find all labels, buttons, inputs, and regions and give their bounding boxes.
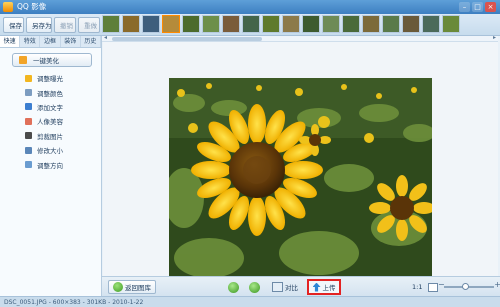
filmstrip-thumbnail[interactable] — [102, 15, 120, 33]
save-button[interactable]: 保存 — [3, 17, 24, 33]
edit-panel: 快速 特效 边框 装饰 历史 一键美化 调整曝光调整颜色添加文字人像美容剪裁图片修改大小… — [0, 36, 102, 296]
close-button[interactable]: × — [485, 2, 496, 12]
rotate-icon — [25, 161, 32, 169]
title-bar: QQ 影像 – □ × — [0, 0, 500, 14]
zoom-slider-knob[interactable] — [462, 283, 469, 290]
undo-button[interactable]: 撤销 — [54, 17, 76, 33]
one-click-enhance-label: 一键美化 — [33, 57, 59, 65]
filmstrip-thumbnail[interactable] — [422, 15, 440, 33]
rotate-left-button[interactable] — [228, 280, 239, 294]
app-logo-icon — [3, 2, 13, 12]
edit-tool-label: 调整曝光 — [37, 75, 63, 84]
return-to-gallery-button[interactable]: 返回图库 — [108, 280, 156, 294]
filmstrip-thumbnail[interactable] — [402, 15, 420, 33]
edit-tool-item[interactable]: 人像美容 — [25, 114, 97, 128]
edit-tool-item[interactable]: 修改大小 — [25, 143, 97, 157]
edit-tool-label: 添加文字 — [37, 103, 63, 112]
filmstrip-thumbnail[interactable] — [382, 15, 400, 33]
filmstrip-scroll-thumb[interactable] — [112, 37, 262, 41]
edit-tool-item[interactable]: 剪裁图片 — [25, 129, 97, 143]
bottom-toolbar: 返回图库 对比 上传 1:1 − + — [102, 276, 500, 296]
edit-tool-label: 调整方向 — [37, 161, 63, 170]
tab-1[interactable]: 特效 — [20, 36, 41, 47]
edit-tool-item[interactable]: 添加文字 — [25, 100, 97, 114]
filmstrip-thumbnail[interactable] — [342, 15, 360, 33]
zoom-in-icon[interactable]: + — [494, 280, 500, 289]
edit-tool-label: 修改大小 — [37, 147, 63, 156]
app-title: QQ 影像 — [17, 2, 47, 11]
edit-tool-label: 调整颜色 — [37, 89, 63, 98]
tab-0[interactable]: 快速 — [0, 36, 21, 47]
image-canvas[interactable] — [103, 42, 498, 279]
top-toolbar: 保存 另存为 撤销 重做 — [0, 14, 500, 36]
tab-4[interactable]: 历史 — [81, 36, 102, 47]
back-arrow-icon — [113, 282, 123, 292]
zoom-slider[interactable]: − + — [438, 280, 500, 290]
save-as-button[interactable]: 另存为 — [26, 17, 52, 33]
filmstrip-thumbnail[interactable] — [142, 15, 160, 33]
tab-3[interactable]: 装饰 — [61, 36, 81, 47]
thumbnail-filmstrip — [102, 15, 498, 35]
filmstrip-thumbnail[interactable] — [282, 15, 300, 33]
save-as-label: 另存为 — [32, 22, 52, 30]
fit-window-button[interactable] — [428, 280, 438, 294]
filmstrip-thumbnail[interactable] — [302, 15, 320, 33]
compare-label: 对比 — [285, 284, 298, 292]
sunflower-photo — [169, 78, 432, 279]
sunflower-head — [191, 104, 323, 236]
magic-wand-icon — [19, 56, 27, 64]
status-bar: DSC_0051.JPG - 600×383 - 301KB - 2010-1-… — [0, 296, 500, 307]
filmstrip-thumbnail[interactable] — [182, 15, 200, 33]
scroll-left-icon[interactable]: ◂ — [104, 34, 107, 41]
edit-tool-item[interactable]: 调整曝光 — [25, 71, 97, 85]
upload-button[interactable]: 上传 — [307, 279, 341, 295]
crop-icon — [25, 132, 32, 140]
rotate-right-icon — [249, 281, 260, 293]
filmstrip-thumbnail[interactable] — [442, 15, 460, 33]
upload-arrow-icon — [312, 282, 321, 292]
filmstrip-thumbnail[interactable] — [322, 15, 340, 33]
filmstrip-thumbnail[interactable] — [362, 15, 380, 33]
rotate-left-icon — [228, 281, 239, 293]
filmstrip-thumbnail[interactable] — [122, 15, 140, 33]
edit-tool-item[interactable]: 调整方向 — [25, 157, 97, 171]
palette-icon — [25, 89, 32, 97]
bulb-icon — [25, 74, 32, 82]
zoom-out-icon[interactable]: − — [438, 280, 445, 289]
upload-label: 上传 — [322, 284, 336, 292]
edit-tool-item[interactable]: 调整颜色 — [25, 85, 97, 99]
edit-tool-label: 人像美容 — [37, 118, 63, 127]
filmstrip-thumbnail[interactable] — [202, 15, 220, 33]
undo-label: 撤销 — [60, 22, 73, 30]
maximize-button[interactable]: □ — [472, 2, 483, 12]
redo-label: 重做 — [84, 22, 97, 30]
compare-button[interactable]: 对比 — [272, 280, 298, 294]
redo-button[interactable]: 重做 — [78, 17, 100, 33]
scroll-right-icon[interactable]: ▸ — [493, 34, 496, 41]
filmstrip-thumbnail[interactable] — [262, 15, 280, 33]
minimize-button[interactable]: – — [459, 2, 470, 12]
one-click-enhance-button[interactable]: 一键美化 — [12, 53, 92, 67]
filmstrip-thumbnail[interactable] — [162, 15, 180, 33]
filmstrip-thumbnail[interactable] — [242, 15, 260, 33]
actual-size-button[interactable]: 1:1 — [412, 280, 422, 294]
filmstrip-thumbnail[interactable] — [222, 15, 240, 33]
resize-icon — [25, 146, 32, 154]
tab-2[interactable]: 边框 — [40, 36, 61, 47]
text-icon — [25, 103, 32, 111]
photo-preview — [169, 78, 432, 279]
fit-window-icon — [428, 282, 438, 292]
edit-tabs: 快速 特效 边框 装饰 历史 — [0, 36, 102, 48]
window-controls: – □ × — [459, 2, 496, 12]
portrait-icon — [25, 117, 32, 125]
edit-tool-label: 剪裁图片 — [37, 132, 63, 141]
edit-tool-list: 调整曝光调整颜色添加文字人像美容剪裁图片修改大小调整方向 — [25, 71, 97, 172]
save-label: 保存 — [9, 22, 22, 30]
return-to-gallery-label: 返回图库 — [125, 284, 151, 292]
compare-icon — [272, 282, 283, 292]
rotate-right-button[interactable] — [249, 280, 260, 294]
